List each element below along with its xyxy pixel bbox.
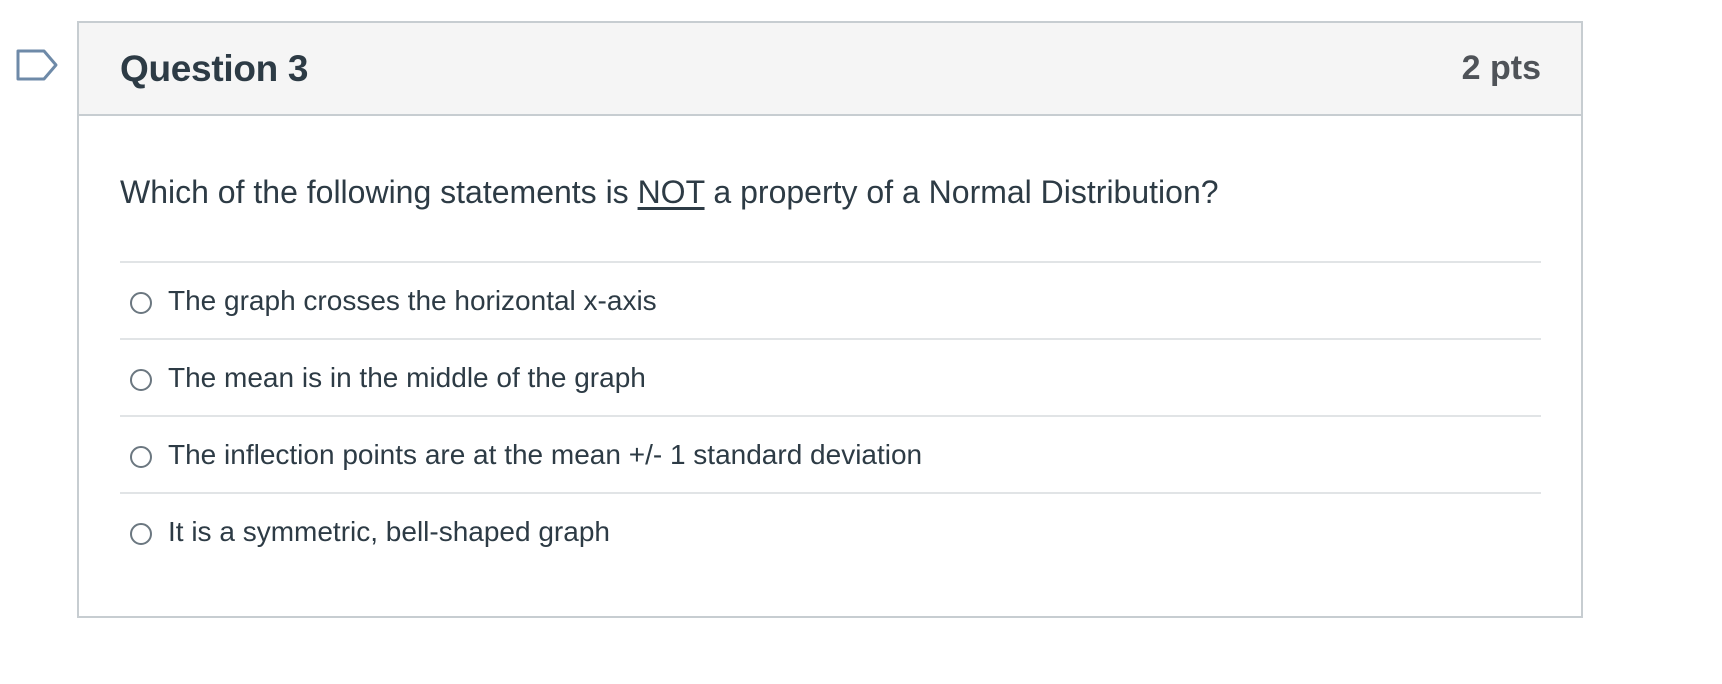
question-text: Which of the following statements is NOT… [120,172,1541,212]
answer-option-2[interactable]: The mean is in the middle of the graph [120,340,1541,417]
question-title: Question 3 [120,47,309,89]
radio-button-icon[interactable] [130,368,152,391]
question-card: Question 3 2 pts Which of the following … [77,21,1583,618]
answer-label[interactable]: The inflection points are at the mean +/… [168,439,922,471]
flag-question-icon[interactable] [16,49,60,81]
answer-label[interactable]: The mean is in the middle of the graph [168,362,646,394]
answer-option-1[interactable]: The graph crosses the horizontal x-axis [120,263,1541,340]
question-points: 2 pts [1461,49,1541,87]
answer-label[interactable]: The graph crosses the horizontal x-axis [168,285,657,317]
question-text-before: Which of the following statements is [120,174,638,210]
answer-list: The graph crosses the horizontal x-axis … [120,261,1541,569]
question-text-after: a property of a Normal Distribution? [704,174,1219,210]
question-text-emphasis: NOT [637,174,705,210]
answer-option-4[interactable]: It is a symmetric, bell-shaped graph [120,494,1541,569]
question-header: Question 3 2 pts [79,23,1581,116]
radio-button-icon[interactable] [130,445,152,468]
answer-label[interactable]: It is a symmetric, bell-shaped graph [168,516,610,548]
radio-button-icon[interactable] [130,291,152,314]
radio-button-icon[interactable] [130,522,152,545]
question-body: Which of the following statements is NOT… [79,172,1581,569]
answer-option-3[interactable]: The inflection points are at the mean +/… [120,417,1541,494]
